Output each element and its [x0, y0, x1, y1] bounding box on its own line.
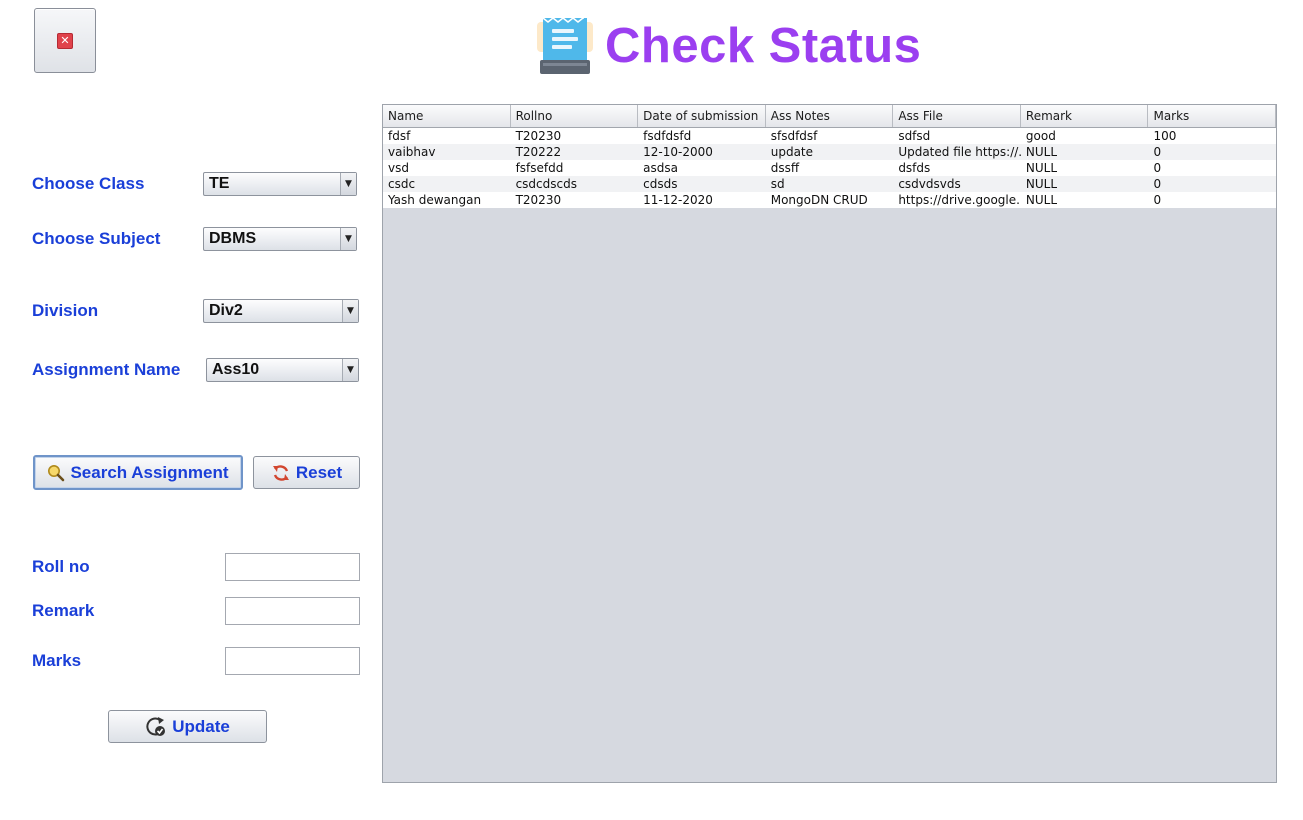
- page-header: Check Status: [535, 14, 921, 78]
- table-cell: 12-10-2000: [643, 145, 713, 159]
- table-cell: Updated file https://...: [898, 145, 1021, 159]
- table-cell: 0: [1153, 177, 1162, 191]
- table-cell: T20230: [515, 129, 562, 143]
- table-cell: NULL: [1025, 161, 1058, 175]
- reset-label: Reset: [295, 462, 343, 482]
- table-cell: 0: [1153, 145, 1162, 159]
- table-cell: csdvdsvds: [898, 177, 961, 191]
- table-cell: sd: [770, 177, 785, 191]
- column-header-ass-notes[interactable]: Ass Notes: [766, 105, 894, 127]
- table-body: fdsf T20230 fsdfdsfd sfsdfdsf sdfsd good…: [383, 128, 1276, 208]
- chevron-down-icon[interactable]: ▼: [340, 173, 356, 195]
- update-icon: [145, 716, 167, 738]
- column-header-marks[interactable]: Marks: [1148, 105, 1277, 127]
- table-cell: sfsdfdsf: [770, 129, 818, 143]
- table-cell: cdsds: [643, 177, 678, 191]
- table-cell: sdfsd: [898, 129, 931, 143]
- receipt-icon: [537, 17, 593, 74]
- table-cell: Yash dewangan: [388, 193, 482, 207]
- update-button[interactable]: Update: [108, 710, 267, 743]
- table-cell: update: [770, 145, 814, 159]
- table-row[interactable]: csdc csdcdscds cdsds sd csdvdsvds NULL 0: [383, 176, 1276, 192]
- submissions-table[interactable]: Name Rollno Date of submission Ass Notes…: [382, 104, 1277, 783]
- table-cell: 100: [1153, 129, 1177, 143]
- column-header-ass-file[interactable]: Ass File: [893, 105, 1021, 127]
- chevron-down-icon[interactable]: ▼: [340, 228, 356, 250]
- subject-combobox-value: DBMS: [209, 230, 257, 247]
- table-cell: T20222: [515, 145, 562, 159]
- column-header-name[interactable]: Name: [383, 105, 511, 127]
- assignment-combobox[interactable]: Ass10 ▼: [206, 358, 359, 382]
- table-cell: good: [1025, 129, 1056, 143]
- remark-label: Remark: [32, 601, 95, 620]
- table-cell: T20230: [515, 193, 562, 207]
- table-cell: 11-12-2020: [643, 193, 713, 207]
- column-header-remark[interactable]: Remark: [1021, 105, 1149, 127]
- table-cell: dssff: [770, 161, 800, 175]
- marks-field[interactable]: [225, 647, 360, 675]
- search-assignment-label: Search Assignment: [70, 462, 229, 482]
- table-cell: 0: [1153, 193, 1162, 207]
- table-cell: vaibhav: [388, 145, 436, 159]
- magnifier-icon: [47, 464, 65, 482]
- table-row[interactable]: vsd fsfsefdd asdsa dssff dsfds NULL 0: [383, 160, 1276, 176]
- refresh-icon: [271, 463, 291, 483]
- update-label: Update: [172, 716, 230, 736]
- division-combobox-value: Div2: [209, 302, 243, 319]
- remark-field[interactable]: [225, 597, 360, 625]
- close-icon: ✕: [57, 32, 73, 49]
- marks-label: Marks: [32, 651, 82, 670]
- table-cell: 0: [1153, 161, 1162, 175]
- page-title: Check Status: [605, 19, 922, 73]
- chevron-down-icon[interactable]: ▼: [342, 300, 358, 322]
- table-cell: asdsa: [643, 161, 678, 175]
- table-cell: NULL: [1025, 177, 1058, 191]
- table-row[interactable]: vaibhav T20222 12-10-2000 update Updated…: [383, 144, 1276, 160]
- table-cell: https://drive.google....: [898, 193, 1021, 207]
- division-label: Division: [32, 301, 99, 320]
- chevron-down-icon[interactable]: ▼: [342, 359, 358, 381]
- assignment-combobox-value: Ass10: [212, 361, 260, 378]
- table-cell: NULL: [1025, 145, 1058, 159]
- subject-combobox[interactable]: DBMS ▼: [203, 227, 357, 251]
- roll-no-label: Roll no: [32, 557, 90, 576]
- table-cell: csdcdscds: [515, 177, 577, 191]
- class-combobox[interactable]: TE ▼: [203, 172, 357, 196]
- table-cell: NULL: [1025, 193, 1058, 207]
- table-header: Name Rollno Date of submission Ass Notes…: [383, 105, 1277, 128]
- table-cell: fsdfdsfd: [643, 129, 692, 143]
- column-header-date[interactable]: Date of submission: [638, 105, 766, 127]
- choose-class-label: Choose Class: [32, 174, 145, 193]
- search-assignment-button[interactable]: Search Assignment: [33, 455, 243, 490]
- choose-subject-label: Choose Subject: [32, 229, 161, 248]
- assignment-name-label: Assignment Name: [32, 360, 181, 379]
- column-header-rollno[interactable]: Rollno: [511, 105, 639, 127]
- table-cell: dsfds: [898, 161, 931, 175]
- table-row[interactable]: fdsf T20230 fsdfdsfd sfsdfdsf sdfsd good…: [383, 128, 1276, 144]
- table-cell: vsd: [388, 161, 409, 175]
- division-combobox[interactable]: Div2 ▼: [203, 299, 359, 323]
- roll-no-field[interactable]: [225, 553, 360, 581]
- table-cell: fdsf: [388, 129, 411, 143]
- reset-button[interactable]: Reset: [253, 456, 360, 489]
- table-cell: fsfsefdd: [515, 161, 564, 175]
- table-cell: csdc: [388, 177, 416, 191]
- close-button[interactable]: ✕: [34, 8, 96, 73]
- table-cell: MongoDN CRUD: [770, 193, 868, 207]
- class-combobox-value: TE: [209, 175, 230, 192]
- table-row[interactable]: Yash dewangan T20230 11-12-2020 MongoDN …: [383, 192, 1276, 208]
